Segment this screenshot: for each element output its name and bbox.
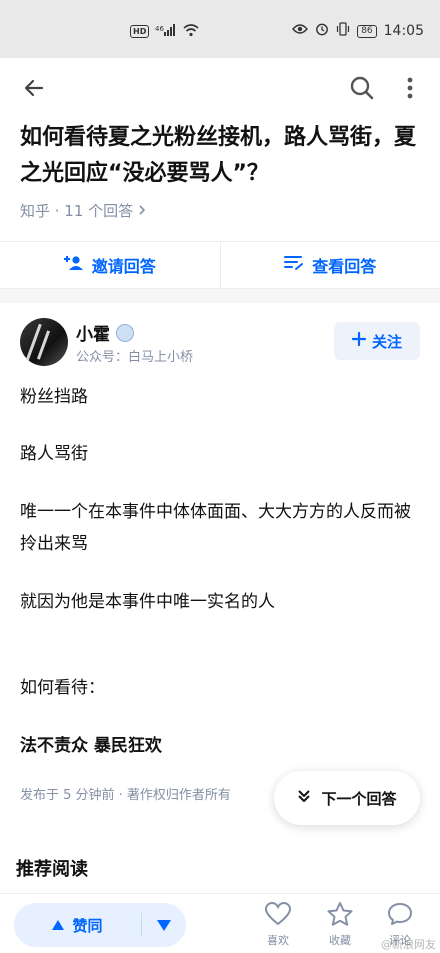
alarm-icon [315, 22, 329, 40]
upvote-label: 赞同 [72, 916, 103, 935]
watermark: @新浪网友 [381, 938, 436, 951]
author-name: 小霍 [76, 325, 110, 345]
like-button[interactable]: 喜欢 [256, 901, 300, 948]
question-action-bar: 邀请回答 查看回答 [0, 241, 440, 289]
answer-paragraph: 如何看待： [20, 678, 105, 698]
view-answers-button[interactable]: 查看回答 [219, 242, 440, 288]
top-bar [0, 58, 440, 116]
status-right: 86 14:05 [292, 22, 424, 40]
next-answer-button[interactable]: 下一个回答 [274, 771, 420, 825]
more-options-icon[interactable] [396, 72, 424, 104]
cellular-signal-icon: 46 [155, 23, 177, 40]
downvote-button[interactable] [142, 916, 186, 935]
chevron-right-icon [137, 202, 147, 220]
follow-button[interactable]: 关注 [334, 322, 420, 360]
question-title: 如何看待夏之光粉丝接机，路人骂街，夏之光回应“没必要骂人”？ [20, 125, 417, 186]
question-meta[interactable]: 知乎 · 11 个回答 [20, 200, 147, 221]
invite-answer-button[interactable]: 邀请回答 [0, 242, 220, 288]
back-arrow-icon[interactable] [18, 74, 50, 102]
follow-label: 关注 [371, 332, 402, 351]
answer-paragraph-bold: 法不责众 暴民狂欢 [20, 736, 162, 756]
avatar[interactable] [20, 318, 68, 366]
author-subtitle: 公众号：白马上小桥 [76, 350, 194, 365]
battery-level: 86 [357, 24, 377, 38]
invite-answer-label: 邀请回答 [91, 257, 156, 276]
plus-icon [351, 331, 367, 350]
favorite-label: 收藏 [329, 934, 351, 947]
status-bar: HD 46 86 14:05 [0, 0, 440, 58]
answer-paragraph: 唯一一个在本事件中体体面面、大大方方的人反而被拎出来骂 [20, 502, 411, 554]
answer-footer-meta: 发布于 5 分钟前 · 著作权归作者所有 [20, 788, 231, 803]
eye-icon [292, 23, 309, 39]
vote-control: 赞同 [14, 903, 186, 947]
clock-time: 14:05 [383, 23, 424, 39]
answer-paragraph: 路人骂街 [20, 444, 88, 464]
add-person-icon [63, 255, 84, 275]
answer-paragraph: 粉丝挡路 [20, 387, 88, 407]
next-answer-label: 下一个回答 [321, 789, 397, 808]
author-name-row[interactable]: 小霍 [76, 320, 134, 345]
list-icon [284, 255, 304, 275]
double-chevron-down-icon [297, 789, 311, 807]
bottom-action-bar: 赞同 喜欢 收藏 评论 [0, 893, 440, 953]
svg-text:46: 46 [155, 25, 164, 33]
triangle-down-icon [157, 916, 171, 935]
search-icon[interactable] [346, 72, 378, 104]
wifi-icon [183, 23, 199, 40]
star-icon [327, 902, 353, 929]
triangle-up-icon [52, 916, 65, 934]
comment-bubble-icon [387, 902, 413, 929]
section-divider [0, 289, 440, 303]
status-left: HD 46 [130, 22, 199, 40]
author-badge-icon [116, 323, 134, 342]
hd-badge: HD [130, 24, 150, 38]
like-label: 喜欢 [267, 934, 289, 947]
recommended-reading-title: 推荐阅读 [16, 859, 88, 880]
answer-paragraph: 就因为他是本事件中唯一实名的人 [20, 592, 275, 612]
favorite-button[interactable]: 收藏 [318, 902, 362, 948]
heart-icon [264, 901, 292, 929]
answer-author: 小霍 公众号：白马上小桥 关注 [20, 318, 420, 368]
vibrate-icon [336, 22, 350, 40]
question-meta-text: 知乎 · 11 个回答 [20, 202, 134, 220]
upvote-button[interactable]: 赞同 [14, 913, 142, 937]
view-answers-label: 查看回答 [312, 257, 377, 276]
